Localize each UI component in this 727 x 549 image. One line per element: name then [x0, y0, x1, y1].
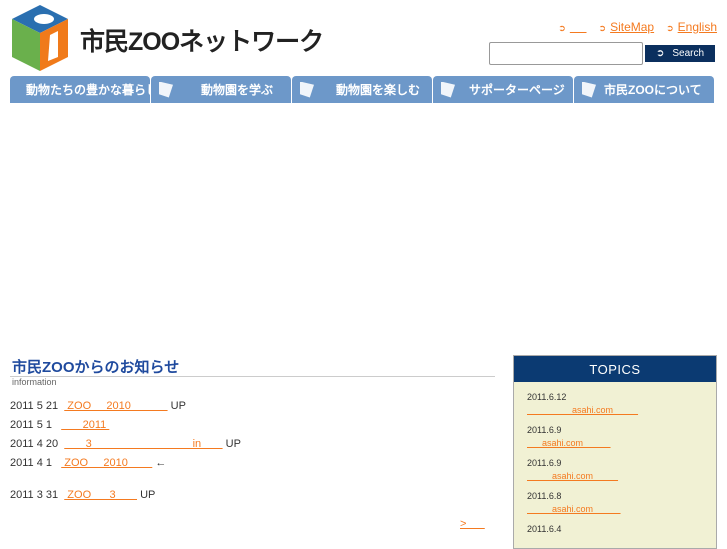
site-logo[interactable]	[10, 5, 70, 71]
arrow-icon: ➲	[655, 48, 665, 59]
bullet-arrow-icon: ➲	[666, 23, 674, 33]
topics-title: TOPICS	[514, 356, 716, 382]
info-title: 市民ZOOからのお知らせ	[12, 359, 180, 376]
animal-icon	[159, 81, 173, 98]
top-link-sitemap[interactable]: SiteMap	[610, 20, 654, 34]
animal-icon	[582, 81, 596, 98]
nav-tab-animals-life[interactable]: 動物たちの豊かな暮らし	[10, 76, 158, 103]
divider	[10, 376, 495, 377]
bullet-arrow-icon: ➲	[598, 23, 607, 33]
topic-item: 2011.6.12 asahi.com	[527, 392, 639, 415]
search-input[interactable]	[489, 42, 643, 65]
main-nav: 動物たちの豊かな暮らし 動物園を学ぶ 動物園を楽しむ サポーターページ 市民ZO…	[10, 76, 714, 103]
news-item: 2011 5 1 2011	[10, 419, 110, 431]
top-link-english[interactable]: English	[678, 20, 717, 34]
animal-icon	[441, 81, 455, 98]
search-button[interactable]: ➲ Search	[645, 45, 715, 62]
nav-tab-enjoy[interactable]: 動物園を楽しむ	[292, 76, 432, 103]
site-title[interactable]: 市民ZOOネットワーク	[80, 22, 324, 58]
topic-item: 2011.6.9 asahi.com	[527, 458, 619, 481]
news-item: 2011 3 31 ZOO 3 UP	[10, 489, 156, 501]
more-link[interactable]: >	[460, 518, 485, 530]
news-item: 2011 5 21 ZOO 2010 UP	[10, 400, 186, 412]
news-item: 2011 4 1 ZOO 2010 ←	[10, 457, 167, 469]
topic-item: 2011.6.8 asahi.com	[527, 491, 621, 514]
news-item: 2011 4 20 3 in UP	[10, 438, 241, 450]
nav-tab-learn[interactable]: 動物園を学ぶ	[151, 76, 291, 103]
topic-item: 2011.6.9 asahi.com	[527, 425, 611, 448]
bullet-arrow-icon: ➲	[558, 23, 566, 33]
topics-box: TOPICS 2011.6.12 asahi.com 2011.6.9 asah…	[513, 355, 717, 549]
top-link-home[interactable]	[570, 20, 587, 34]
nav-tab-about[interactable]: 市民ZOOについて	[574, 76, 714, 103]
nav-tab-supporter[interactable]: サポーターページ	[433, 76, 573, 103]
info-subtitle: information	[12, 377, 57, 387]
animal-icon	[300, 81, 314, 98]
top-links: ➲ ➲ SiteMap ➲ English	[558, 20, 717, 34]
topic-item: 2011.6.4	[527, 524, 562, 534]
